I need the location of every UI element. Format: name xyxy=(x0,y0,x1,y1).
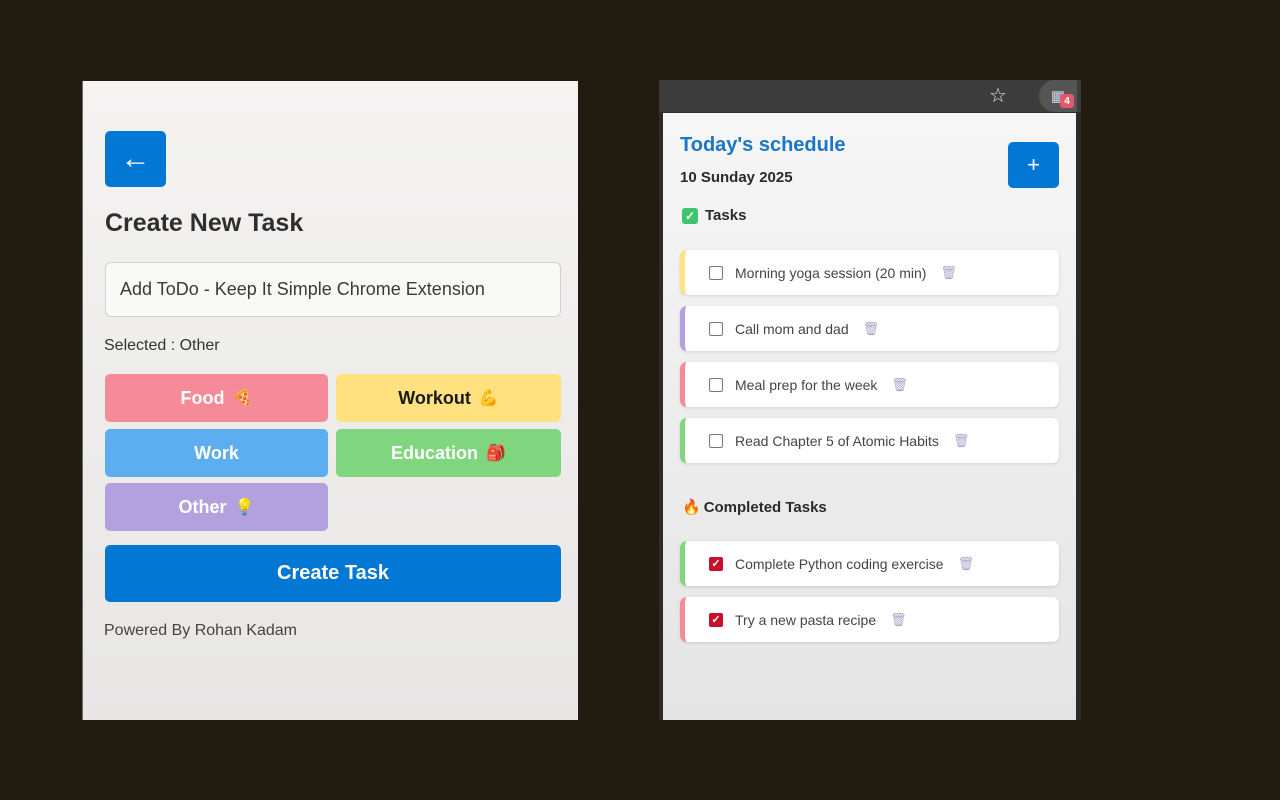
task-checkbox-checked[interactable]: ✓ xyxy=(709,612,723,627)
completed-tasks-heading: 🔥 Completed Tasks xyxy=(682,498,827,517)
task-checkbox[interactable] xyxy=(709,377,723,392)
category-other-button[interactable]: Other 💡 xyxy=(105,483,328,531)
schedule-title: Today's schedule xyxy=(680,134,846,156)
flexed-arm-icon: 💪 xyxy=(478,390,499,407)
category-education-button[interactable]: Education 🎒 xyxy=(336,429,561,477)
selected-category-label: Selected : Other xyxy=(104,337,220,354)
category-food-button[interactable]: Food 🍕 xyxy=(105,374,328,422)
completed-task-item: ✓ Try a new pasta recipe 🗑 xyxy=(680,597,1059,642)
trash-icon[interactable]: 🗑 xyxy=(958,556,975,572)
create-task-button[interactable]: Create Task xyxy=(105,545,561,602)
trash-icon[interactable]: 🗑 xyxy=(891,377,908,393)
task-item: Read Chapter 5 of Atomic Habits 🗑 xyxy=(680,418,1059,463)
backpack-icon: 🎒 xyxy=(486,445,506,462)
powered-by-text: Powered By Rohan Kadam xyxy=(104,622,297,639)
extension-badge: 4 xyxy=(1060,94,1074,108)
star-icon[interactable]: ☆ xyxy=(989,83,1007,108)
schedule-popup: Today's schedule 10 Sunday 2025 + ✓ Task… xyxy=(663,113,1076,720)
browser-toolbar: ☆ ▦ 4 xyxy=(659,80,1081,112)
task-input[interactable] xyxy=(105,262,561,317)
fire-icon: 🔥 xyxy=(682,499,701,516)
tasks-heading: ✓ Tasks xyxy=(682,207,746,224)
task-checkbox[interactable] xyxy=(709,265,723,280)
task-item: Meal prep for the week 🗑 xyxy=(680,362,1059,407)
task-checkbox[interactable] xyxy=(709,433,723,448)
back-button[interactable]: ← xyxy=(105,131,166,187)
trash-icon[interactable]: 🗑 xyxy=(863,321,880,337)
task-checkbox[interactable] xyxy=(709,321,723,336)
lightbulb-icon: 💡 xyxy=(234,499,255,516)
arrow-left-icon: ← xyxy=(120,142,151,175)
trash-icon[interactable]: 🗑 xyxy=(890,612,907,628)
pizza-icon: 🍕 xyxy=(232,390,253,407)
schedule-date: 10 Sunday 2025 xyxy=(680,169,793,186)
create-task-panel: ← Create New Task Selected : Other Food🍕… xyxy=(82,81,578,720)
trash-icon[interactable]: 🗑 xyxy=(940,265,957,281)
task-item: Morning yoga session (20 min) 🗑 xyxy=(680,250,1059,295)
trash-icon[interactable]: 🗑 xyxy=(953,433,970,449)
page-title: Create New Task xyxy=(105,209,304,237)
completed-task-item: ✓ Complete Python coding exercise 🗑 xyxy=(680,541,1059,586)
task-checkbox-checked[interactable]: ✓ xyxy=(709,556,723,571)
schedule-window: ☆ ▦ 4 Today's schedule 10 Sunday 2025 + … xyxy=(659,80,1081,720)
plus-icon: + xyxy=(1027,152,1040,177)
category-workout-button[interactable]: Workout 💪 xyxy=(336,374,561,422)
extension-button[interactable]: ▦ 4 xyxy=(1039,80,1077,112)
check-box-icon: ✓ xyxy=(682,207,698,224)
task-item: Call mom and dad 🗑 xyxy=(680,306,1059,351)
add-task-button[interactable]: + xyxy=(1008,142,1059,188)
category-work-button[interactable]: Work xyxy=(105,429,328,477)
